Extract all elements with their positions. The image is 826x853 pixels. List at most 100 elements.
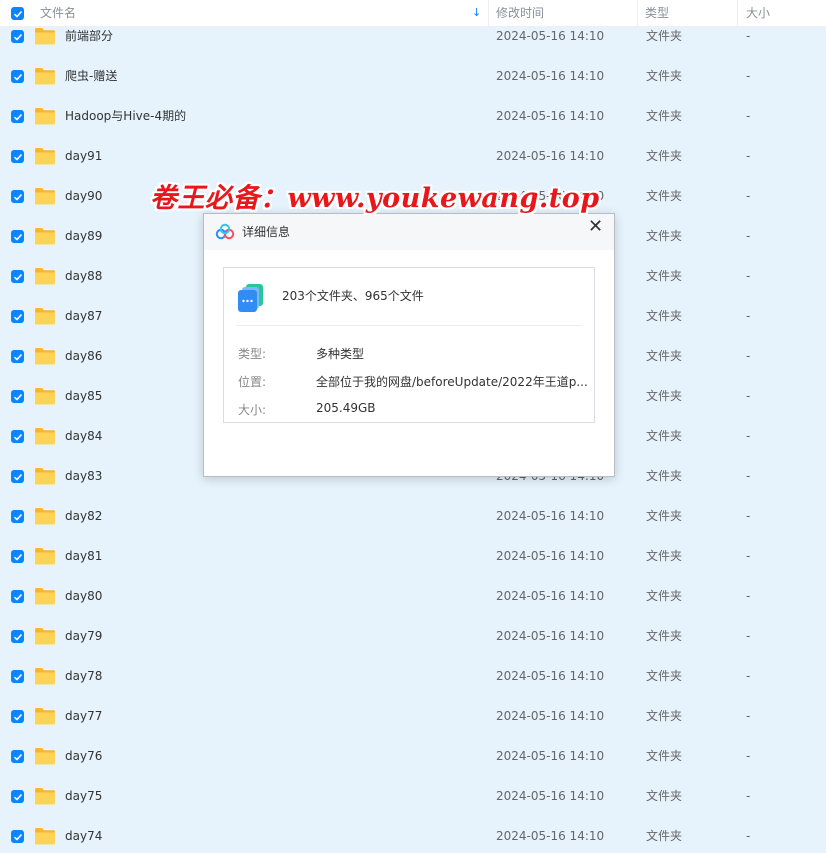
row-checkbox[interactable] bbox=[11, 750, 24, 763]
row-checkbox[interactable] bbox=[11, 30, 24, 43]
multiple-files-icon bbox=[238, 284, 263, 312]
file-row[interactable]: 爬虫-赠送 2024-05-16 14:10 文件夹 - bbox=[0, 57, 826, 98]
row-checkbox[interactable] bbox=[11, 190, 24, 203]
file-size: - bbox=[746, 789, 751, 803]
file-row[interactable]: day76 2024-05-16 14:10 文件夹 - bbox=[0, 737, 826, 778]
file-name[interactable]: day89 bbox=[65, 217, 102, 256]
folder-icon bbox=[35, 588, 55, 605]
file-size: - bbox=[746, 509, 751, 523]
column-divider[interactable] bbox=[737, 0, 738, 26]
row-checkbox[interactable] bbox=[11, 70, 24, 83]
check-icon bbox=[13, 793, 22, 801]
file-name[interactable]: day82 bbox=[65, 497, 102, 536]
file-name[interactable]: day75 bbox=[65, 777, 102, 816]
row-checkbox[interactable] bbox=[11, 630, 24, 643]
sort-arrow-icon[interactable]: ↓ bbox=[472, 6, 481, 19]
file-name[interactable]: day88 bbox=[65, 257, 102, 296]
file-name[interactable]: Hadoop与Hive-4期的 bbox=[65, 97, 186, 136]
file-type: 文件夹 bbox=[646, 829, 683, 843]
file-row[interactable]: day81 2024-05-16 14:10 文件夹 - bbox=[0, 537, 826, 578]
file-name[interactable]: 前端部分 bbox=[65, 26, 113, 56]
check-icon bbox=[13, 233, 22, 241]
file-type: 文件夹 bbox=[646, 229, 683, 243]
file-name[interactable]: day91 bbox=[65, 137, 102, 176]
row-checkbox[interactable] bbox=[11, 790, 24, 803]
file-row[interactable]: day80 2024-05-16 14:10 文件夹 - bbox=[0, 577, 826, 618]
file-name[interactable]: day77 bbox=[65, 697, 102, 736]
folder-icon bbox=[35, 668, 55, 685]
file-name[interactable]: day87 bbox=[65, 297, 102, 336]
file-type: 文件夹 bbox=[646, 149, 683, 163]
row-checkbox[interactable] bbox=[11, 470, 24, 483]
folder-icon bbox=[35, 628, 55, 645]
file-type: 文件夹 bbox=[646, 709, 683, 723]
select-all-checkbox[interactable] bbox=[11, 7, 24, 20]
file-name[interactable]: day81 bbox=[65, 537, 102, 576]
row-checkbox[interactable] bbox=[11, 350, 24, 363]
folder-icon bbox=[35, 468, 55, 485]
row-checkbox[interactable] bbox=[11, 310, 24, 323]
row-checkbox[interactable] bbox=[11, 270, 24, 283]
row-checkbox[interactable] bbox=[11, 110, 24, 123]
row-checkbox[interactable] bbox=[11, 430, 24, 443]
file-row[interactable]: day82 2024-05-16 14:10 文件夹 - bbox=[0, 497, 826, 538]
modified-time: 2024-05-16 14:10 bbox=[496, 29, 605, 43]
row-checkbox[interactable] bbox=[11, 830, 24, 843]
file-name[interactable]: day90 bbox=[65, 177, 102, 216]
folder-icon bbox=[35, 388, 55, 405]
check-icon bbox=[13, 113, 22, 121]
file-row[interactable]: day75 2024-05-16 14:10 文件夹 - bbox=[0, 777, 826, 818]
column-header-type[interactable]: 类型 bbox=[645, 0, 669, 26]
file-type: 文件夹 bbox=[646, 109, 683, 123]
close-icon[interactable]: ✕ bbox=[588, 217, 603, 237]
row-checkbox[interactable] bbox=[11, 590, 24, 603]
column-divider[interactable] bbox=[488, 0, 489, 26]
file-name[interactable]: day84 bbox=[65, 417, 102, 456]
dialog-title-bar[interactable]: 详细信息 ✕ bbox=[204, 214, 614, 250]
row-checkbox[interactable] bbox=[11, 150, 24, 163]
file-row[interactable]: Hadoop与Hive-4期的 2024-05-16 14:10 文件夹 - bbox=[0, 97, 826, 138]
location-label: 位置: bbox=[238, 375, 267, 389]
modified-time: 2024-05-16 14:10 bbox=[496, 789, 605, 803]
file-name[interactable]: day80 bbox=[65, 577, 102, 616]
size-value: 205.49GB bbox=[316, 401, 376, 415]
file-row[interactable]: day74 2024-05-16 14:10 文件夹 - bbox=[0, 817, 826, 853]
modified-time: 2024-05-16 14:10 bbox=[496, 709, 605, 723]
file-row[interactable]: day79 2024-05-16 14:10 文件夹 - bbox=[0, 617, 826, 658]
file-size: - bbox=[746, 429, 751, 443]
check-icon bbox=[13, 33, 22, 41]
file-row[interactable]: day78 2024-05-16 14:10 文件夹 - bbox=[0, 657, 826, 698]
row-checkbox[interactable] bbox=[11, 510, 24, 523]
row-checkbox[interactable] bbox=[11, 710, 24, 723]
file-name[interactable]: day76 bbox=[65, 737, 102, 776]
row-checkbox[interactable] bbox=[11, 390, 24, 403]
watermark-text: 卷王必备：www.youkewang.top bbox=[150, 183, 600, 214]
file-size: - bbox=[746, 389, 751, 403]
file-size: - bbox=[746, 269, 751, 283]
file-row[interactable]: 前端部分 2024-05-16 14:10 文件夹 - bbox=[0, 26, 826, 58]
file-row[interactable]: day77 2024-05-16 14:10 文件夹 - bbox=[0, 697, 826, 738]
file-size: - bbox=[746, 589, 751, 603]
file-name[interactable]: day79 bbox=[65, 617, 102, 656]
file-name[interactable]: day83 bbox=[65, 457, 102, 496]
row-checkbox[interactable] bbox=[11, 230, 24, 243]
file-row[interactable]: day91 2024-05-16 14:10 文件夹 - bbox=[0, 137, 826, 178]
check-icon bbox=[13, 353, 22, 361]
file-name[interactable]: day78 bbox=[65, 657, 102, 696]
row-checkbox[interactable] bbox=[11, 670, 24, 683]
file-type: 文件夹 bbox=[646, 549, 683, 563]
row-checkbox[interactable] bbox=[11, 550, 24, 563]
column-header-modified[interactable]: 修改时间 bbox=[496, 0, 544, 26]
file-name[interactable]: day86 bbox=[65, 337, 102, 376]
file-name[interactable]: 爬虫-赠送 bbox=[65, 57, 117, 96]
file-size: - bbox=[746, 149, 751, 163]
file-type: 文件夹 bbox=[646, 429, 683, 443]
file-size: - bbox=[746, 229, 751, 243]
file-type: 文件夹 bbox=[646, 389, 683, 403]
file-name[interactable]: day85 bbox=[65, 377, 102, 416]
selection-summary: 203个文件夹、965个文件 bbox=[282, 289, 424, 303]
column-header-size[interactable]: 大小 bbox=[746, 0, 770, 26]
column-header-name[interactable]: 文件名 bbox=[40, 0, 76, 26]
file-name[interactable]: day74 bbox=[65, 817, 102, 853]
column-divider[interactable] bbox=[637, 0, 638, 26]
